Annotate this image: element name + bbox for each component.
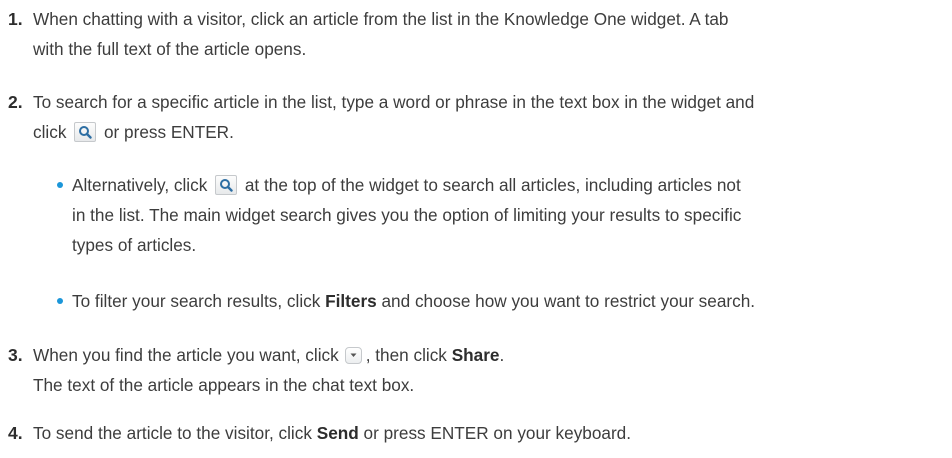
bullet-line: types of articles.	[72, 235, 197, 255]
bullet-text-fragment: at the top of the widget to search all a…	[244, 175, 741, 195]
bullet-text-fragment: Alternatively, click	[72, 175, 208, 195]
chevron-down-icon	[344, 347, 362, 364]
step-text: To send the article to the visitor, clic…	[33, 418, 952, 448]
ui-term-filters: Filters	[325, 291, 377, 311]
step-number: 1.	[8, 9, 23, 29]
search-icon	[74, 122, 97, 142]
step-number: 4.	[8, 423, 23, 443]
step-text-fragment: , then click	[365, 345, 447, 365]
step-text-fragment: To send the article to the visitor, clic…	[33, 423, 312, 443]
step-text: When you find the article you want, clic…	[33, 340, 952, 400]
step-line: with the full text of the article opens.	[33, 39, 307, 59]
bullet-line: Alternatively, click at the top of the w…	[72, 170, 952, 200]
step-line: When chatting with a visitor, click an a…	[33, 9, 729, 29]
ui-term-send: Send	[316, 423, 359, 443]
step-number: 3.	[8, 345, 23, 365]
bullet-line: To filter your search results, click Fil…	[72, 286, 952, 316]
step-text-fragment: or press ENTER on your keyboard.	[363, 423, 632, 443]
step-text-fragment: or press ENTER.	[103, 122, 234, 142]
step-text-fragment: click	[33, 122, 67, 142]
bullet-text-fragment: To filter your search results, click	[72, 291, 321, 311]
step-line: To send the article to the visitor, clic…	[33, 418, 952, 448]
step-text: When chatting with a visitor, click an a…	[33, 4, 952, 64]
step-number: 2.	[8, 92, 23, 112]
step-text-fragment: When you find the article you want, clic…	[33, 345, 339, 365]
step-text-fragment: .	[499, 345, 505, 365]
step-text: To search for a specific article in the …	[33, 87, 952, 147]
step-line: When you find the article you want, clic…	[33, 340, 952, 370]
bullet-dot	[57, 182, 63, 188]
search-icon	[215, 175, 238, 195]
instruction-page: 1. When chatting with a visitor, click a…	[0, 0, 952, 458]
bullet-text: To filter your search results, click Fil…	[72, 286, 952, 316]
bullet-text: Alternatively, click at the top of the w…	[72, 170, 952, 260]
ui-term-share: Share	[451, 345, 500, 365]
step-line: To search for a specific article in the …	[33, 92, 755, 112]
step-line: The text of the article appears in the c…	[33, 375, 415, 395]
bullet-line: in the list. The main widget search give…	[72, 205, 742, 225]
step-line: click or press ENTER.	[33, 117, 952, 147]
bullet-dot	[57, 298, 63, 304]
bullet-text-fragment: and choose how you want to restrict your…	[381, 291, 756, 311]
